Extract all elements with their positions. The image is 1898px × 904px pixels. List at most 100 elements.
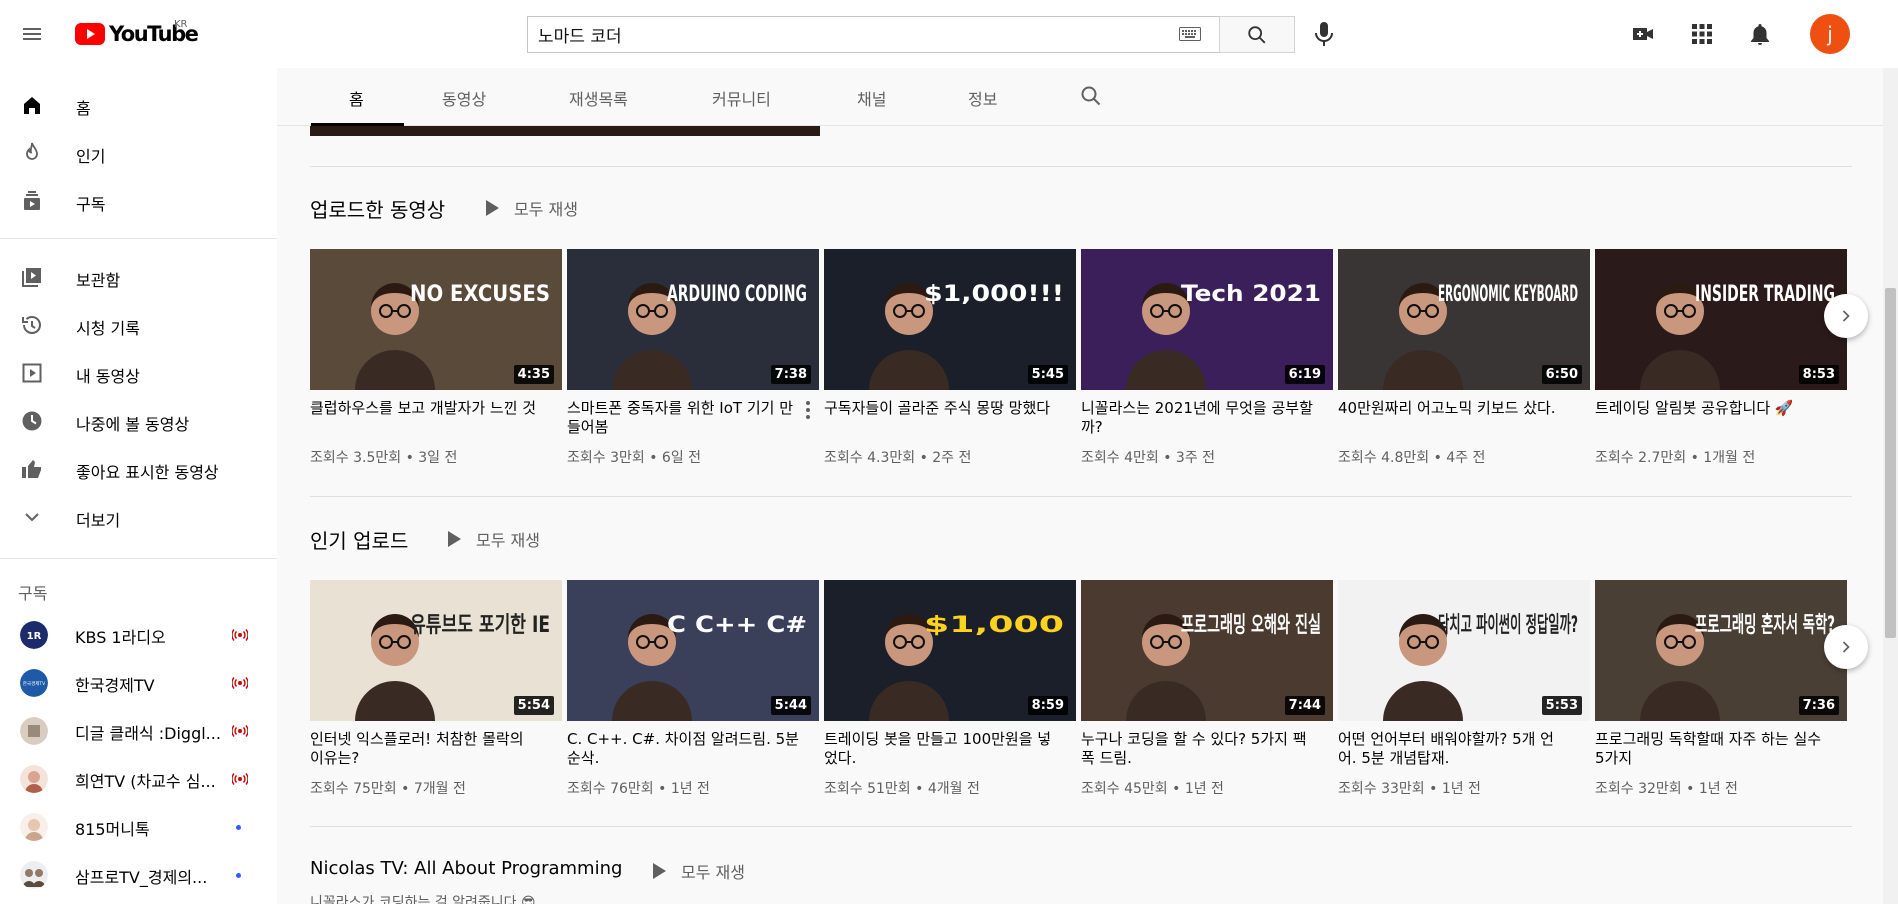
video-metadata: 조회수 4만회 • 3주 전 — [1081, 450, 1216, 466]
video-thumbnail[interactable]: Tech 2021 6:19 — [1081, 249, 1333, 390]
video-title[interactable]: 어떤 언어부터 배워야할까? 5개 언어. 5분 개념탑재. — [1338, 730, 1570, 768]
video-thumbnail[interactable]: NO EXCUSES 4:35 — [310, 249, 562, 390]
tab-home[interactable]: 홈 — [349, 86, 364, 110]
voice-search-mic-icon[interactable] — [1313, 20, 1335, 48]
sidebar-item-watch-later[interactable]: 나중에 볼 동영상 — [0, 397, 277, 445]
channel-avatar — [20, 861, 48, 889]
tab-videos[interactable]: 동영상 — [442, 86, 486, 110]
video-title[interactable]: 인터넷 익스플로러! 처참한 몰락의 이유는? — [310, 730, 542, 768]
video-title[interactable]: 니꼴라스는 2021년에 무엇을 공부할까? — [1081, 399, 1313, 437]
play-all-label: 모두 재생 — [514, 200, 578, 219]
video-title[interactable]: 스마트폰 중독자를 위한 IoT 기기 만들어봄 — [567, 399, 799, 437]
new-content-dot — [236, 825, 241, 830]
video-thumbnail[interactable]: 프로그래밍 혼자서 독학? 7:36 — [1595, 580, 1847, 721]
user-avatar[interactable]: j — [1810, 14, 1850, 54]
shelf-next-arrow[interactable] — [1824, 625, 1868, 669]
sidebar-item-liked-videos[interactable]: 좋아요 표시한 동영상 — [0, 445, 277, 493]
video-thumbnail[interactable]: 프로그래밍 오해와 진실 7:44 — [1081, 580, 1333, 721]
video-metadata: 조회수 3만회 • 6일 전 — [567, 450, 702, 466]
create-video-icon[interactable] — [1631, 22, 1655, 46]
subscription-item[interactable]: 한국경제TV 한국경제TV — [0, 657, 277, 705]
video-duration: 5:44 — [770, 696, 811, 715]
sidebar-item-home[interactable]: 홈 — [0, 81, 277, 129]
tab-playlists[interactable]: 재생목록 — [569, 86, 628, 110]
sidebar: 홈 인기 구독 보관함 시청 기록 내 동영상 나중에 볼 동영상 좋아요 표시… — [0, 68, 277, 904]
subscription-item[interactable]: 희연TV (차교수 심... — [0, 753, 277, 801]
more-actions-icon[interactable] — [801, 399, 815, 421]
subscription-item[interactable]: 삼프로TV_경제의... — [0, 849, 277, 897]
apps-grid-icon[interactable] — [1690, 22, 1714, 46]
play-icon — [448, 531, 461, 547]
keyboard-icon[interactable] — [1179, 27, 1201, 41]
notifications-bell-icon[interactable] — [1748, 22, 1772, 46]
home-icon — [20, 93, 44, 117]
video-title[interactable]: 누구나 코딩을 할 수 있다? 5가지 팩폭 드림. — [1081, 730, 1313, 768]
video-thumbnail[interactable]: ERGONOMIC KEYBOARD 6:50 — [1338, 249, 1590, 390]
video-metadata: 조회수 32만회 • 1년 전 — [1595, 781, 1738, 797]
video-title[interactable]: 프로그래밍 독학할때 자주 하는 실수 5가지 — [1595, 730, 1827, 768]
scrollbar-thumb[interactable] — [1885, 288, 1896, 638]
play-all-button[interactable]: 모두 재생 — [651, 859, 745, 883]
playlist-shelf-title[interactable]: Nicolas TV: All About Programming — [310, 858, 622, 879]
sidebar-item-show-more[interactable]: 더보기 — [0, 493, 277, 541]
subscription-item[interactable]: 815머니톡 — [0, 801, 277, 849]
play-all-button[interactable]: 모두 재생 — [446, 527, 540, 551]
video-thumbnail[interactable]: INSIDER TRADING 8:53 — [1595, 249, 1847, 390]
video-thumbnail[interactable]: 유튜브도 포기한 IE 5:54 — [310, 580, 562, 721]
sidebar-item-label: 더보기 — [76, 511, 121, 530]
video-thumbnail[interactable]: C C++ C# 5:44 — [567, 580, 819, 721]
video-duration: 5:45 — [1027, 365, 1068, 384]
video-title[interactable]: 클럽하우스를 보고 개발자가 느낀 것 — [310, 399, 542, 418]
hamburger-menu-icon[interactable] — [19, 22, 45, 46]
sidebar-item-your-videos[interactable]: 내 동영상 — [0, 349, 277, 397]
search-bar — [527, 16, 1295, 53]
live-broadcast-icon — [232, 629, 248, 641]
video-metadata: 조회수 4.3만회 • 2주 전 — [824, 450, 972, 466]
subscription-label: 희연TV (차교수 심... — [75, 772, 216, 791]
video-title[interactable]: 트레이딩 알림봇 공유합니다 🚀 — [1595, 399, 1827, 418]
thumbnail-overlay-text: $1,000 — [924, 613, 1064, 638]
sidebar-item-trending[interactable]: 인기 — [0, 129, 277, 177]
video-title[interactable]: 구독자들이 골라준 주식 몽땅 망했다 — [824, 399, 1056, 418]
tab-community[interactable]: 커뮤니티 — [712, 86, 771, 110]
sidebar-item-label: 나중에 볼 동영상 — [76, 415, 190, 434]
search-button[interactable] — [1219, 16, 1295, 53]
subscription-item[interactable]: 디글 클래식 :Diggl... — [0, 705, 277, 753]
tab-channels[interactable]: 채널 — [857, 86, 886, 110]
video-thumbnail[interactable]: $1,000!!! 5:45 — [824, 249, 1076, 390]
section-divider — [310, 166, 1852, 167]
sidebar-item-subscriptions[interactable]: 구독 — [0, 177, 277, 225]
sidebar-item-history[interactable]: 시청 기록 — [0, 301, 277, 349]
tab-about[interactable]: 정보 — [968, 86, 997, 110]
video-thumbnail[interactable]: $1,000 8:59 — [824, 580, 1076, 721]
video-thumbnail[interactable]: 닥치고 파이썬이 정답일까? 5:53 — [1338, 580, 1590, 721]
thumbnail-overlay-text: C C++ C# — [667, 613, 807, 638]
channel-search-icon[interactable] — [1079, 84, 1103, 108]
thumbnail-overlay-text: ARDUINO CODING — [667, 282, 807, 307]
shelf-title-popular[interactable]: 인기 업로드 — [310, 525, 408, 554]
video-thumbnail[interactable]: ARDUINO CODING 7:38 — [567, 249, 819, 390]
play-all-button[interactable]: 모두 재생 — [484, 196, 578, 220]
page-scrollbar[interactable] — [1883, 68, 1898, 904]
video-title[interactable]: 트레이딩 봇을 만들고 100만원을 넣었다. — [824, 730, 1056, 768]
sidebar-item-library[interactable]: 보관함 — [0, 253, 277, 301]
video-title[interactable]: C. C++. C#. 차이점 알려드림. 5분 순삭. — [567, 730, 799, 768]
thumbnail-overlay-text: NO EXCUSES — [410, 282, 550, 307]
thumbs-up-icon — [20, 457, 44, 481]
video-title[interactable]: 40만원짜리 어고노믹 키보드 샀다. — [1338, 399, 1570, 418]
video-metadata: 조회수 2.7만회 • 1개월 전 — [1595, 450, 1756, 466]
shelf-title-uploads[interactable]: 업로드한 동영상 — [310, 194, 445, 223]
subscription-item[interactable]: 1R KBS 1라디오 — [0, 609, 277, 657]
thumbnail-overlay-text: 닥치고 파이썬이 정답일까? — [1438, 613, 1578, 638]
video-metadata: 조회수 33만회 • 1년 전 — [1338, 781, 1481, 797]
video-duration: 7:38 — [770, 365, 811, 384]
sidebar-item-label: 좋아요 표시한 동영상 — [76, 463, 219, 482]
chevron-right-icon — [1842, 641, 1850, 653]
channel-avatar — [20, 717, 48, 745]
search-input[interactable] — [527, 16, 1219, 53]
youtube-logo[interactable]: YouTube KR — [75, 19, 199, 46]
thumbnail-overlay-text: Tech 2021 — [1181, 282, 1321, 307]
featured-video-thumbnail[interactable] — [310, 126, 820, 136]
sidebar-divider — [0, 558, 277, 559]
shelf-next-arrow[interactable] — [1824, 294, 1868, 338]
